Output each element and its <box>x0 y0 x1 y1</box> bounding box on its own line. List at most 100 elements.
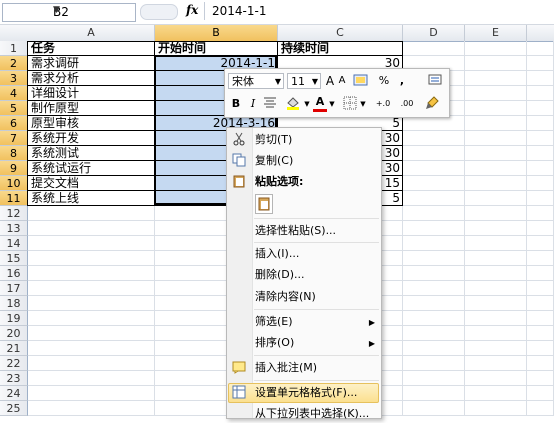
table-cell[interactable]: 系统开发 <box>28 131 155 146</box>
column-header-f[interactable] <box>527 25 554 41</box>
table-cell[interactable]: 提交文档 <box>28 176 155 191</box>
table-cell[interactable]: 需求分析 <box>28 71 155 86</box>
grow-font-button[interactable]: A <box>324 73 336 89</box>
column-header-c[interactable]: C <box>278 25 403 41</box>
row-header-21[interactable]: 21 <box>0 341 28 356</box>
menu-item-insert-comment[interactable]: 插入批注(M) <box>255 359 317 377</box>
column-title-b[interactable]: 开始时间 <box>155 41 278 56</box>
row-header-9[interactable]: 9 <box>0 161 28 176</box>
cell-style-icon[interactable] <box>351 73 371 92</box>
table-cell[interactable]: 制作原型 <box>28 101 155 116</box>
clipboard-icon <box>231 174 247 190</box>
menu-item-insert[interactable]: 插入(I)... <box>255 245 299 263</box>
comment-icon <box>231 360 247 376</box>
font-size-box[interactable]: 11 ▼ <box>287 73 321 89</box>
column-header-a[interactable]: A <box>28 25 155 41</box>
row-header-23[interactable]: 23 <box>0 371 28 386</box>
formula-bar: B2 ▼ fx 2014-1-1 <box>0 0 554 25</box>
table-cell[interactable]: 详细设计 <box>28 86 155 101</box>
name-box[interactable]: B2 ▼ <box>2 3 136 22</box>
context-menu: 剪切(T) 复制(C) 粘贴选项: 选择性粘贴(S)... 插入(I)... 删… <box>226 127 382 420</box>
increase-decimal-button[interactable]: +.0 <box>371 96 395 112</box>
row-header-4[interactable]: 4 <box>0 86 28 101</box>
formula-input[interactable]: 2014-1-1 <box>212 4 266 18</box>
table-cell[interactable]: 系统测试 <box>28 146 155 161</box>
row-header-16[interactable]: 16 <box>0 266 28 281</box>
row-header-15[interactable]: 15 <box>0 251 28 266</box>
bold-button[interactable]: B <box>229 96 243 112</box>
align-center-icon[interactable] <box>262 96 278 113</box>
chevron-right-icon: ▶ <box>368 339 375 348</box>
fill-color-icon[interactable] <box>283 96 303 115</box>
menu-item-filter[interactable]: 筛选(E) <box>255 313 293 331</box>
column-title-c[interactable]: 持续时间 <box>278 41 403 56</box>
font-size-value: 11 <box>291 75 305 88</box>
table-cell[interactable]: 系统试运行 <box>28 161 155 176</box>
menu-separator <box>254 355 379 356</box>
row-header-13[interactable]: 13 <box>0 221 28 236</box>
format-cells-icon <box>231 385 247 401</box>
font-color-button[interactable]: A <box>313 95 327 112</box>
borders-icon[interactable] <box>341 96 359 115</box>
paste-option-button[interactable] <box>255 194 273 214</box>
shrink-font-button[interactable]: A <box>336 73 348 89</box>
row-header-25[interactable]: 25 <box>0 401 28 416</box>
comma-style-button[interactable]: , <box>395 73 409 89</box>
insert-function-icon[interactable]: fx <box>186 3 198 17</box>
menu-item-sort[interactable]: 排序(O) <box>255 334 294 352</box>
row-header-2[interactable]: 2 <box>0 56 28 71</box>
format-brush-icon[interactable] <box>423 96 441 115</box>
row-header-5[interactable]: 5 <box>0 101 28 116</box>
row-header-12[interactable]: 12 <box>0 206 28 221</box>
row-header-19[interactable]: 19 <box>0 311 28 326</box>
row-header-6[interactable]: 6 <box>0 116 28 131</box>
menu-item-format-cells[interactable]: 设置单元格格式(F)... <box>255 384 357 402</box>
row-header-1[interactable]: 1 <box>0 41 28 56</box>
row-header-14[interactable]: 14 <box>0 236 28 251</box>
row-header-22[interactable]: 22 <box>0 356 28 371</box>
column-headers: A B C D E <box>0 25 554 42</box>
column-header-e[interactable]: E <box>465 25 527 41</box>
menu-item-delete[interactable]: 删除(D)... <box>255 266 305 284</box>
menu-item-clear-contents[interactable]: 清除内容(N) <box>255 288 316 306</box>
italic-button[interactable]: I <box>246 96 260 112</box>
menu-item-pick-from-list[interactable]: 从下拉列表中选择(K)... <box>255 405 369 423</box>
column-title-a[interactable]: 任务 <box>28 41 155 56</box>
row-header-20[interactable]: 20 <box>0 326 28 341</box>
table-cell[interactable]: 系统上线 <box>28 191 155 206</box>
row-header-17[interactable]: 17 <box>0 281 28 296</box>
row-header-8[interactable]: 8 <box>0 146 28 161</box>
row-header-24[interactable]: 24 <box>0 386 28 401</box>
mini-toolbar: 宋体 ▼ 11 ▼ A A % , B I ▼ A ▼ ▼ +.0 .00 <box>224 68 450 118</box>
chevron-down-icon[interactable]: ▼ <box>53 5 132 15</box>
percent-button[interactable]: % <box>377 73 391 89</box>
chevron-down-icon[interactable]: ▼ <box>359 96 367 112</box>
font-name-value: 宋体 <box>232 75 254 88</box>
table-cell[interactable]: 需求调研 <box>28 56 155 71</box>
chevron-down-icon: ▼ <box>311 77 318 86</box>
table-cell[interactable]: 原型审核 <box>28 116 155 131</box>
row-header-18[interactable]: 18 <box>0 296 28 311</box>
column-header-b[interactable]: B <box>155 25 278 41</box>
menu-item-paste-special[interactable]: 选择性粘贴(S)... <box>255 222 336 240</box>
formula-separator <box>204 2 205 20</box>
format-painter-icon[interactable] <box>427 73 443 92</box>
menu-item-copy[interactable]: 复制(C) <box>255 152 293 170</box>
formula-bar-controls[interactable] <box>140 4 178 20</box>
menu-separator <box>254 218 379 219</box>
row-header-11[interactable]: 11 <box>0 191 28 206</box>
chevron-down-icon: ▼ <box>274 77 281 86</box>
row-header-3[interactable]: 3 <box>0 71 28 86</box>
column-header-d[interactable]: D <box>403 25 465 41</box>
decrease-decimal-button[interactable]: .00 <box>395 96 419 112</box>
menu-separator <box>254 242 379 243</box>
row-header-7[interactable]: 7 <box>0 131 28 146</box>
chevron-down-icon[interactable]: ▼ <box>303 96 311 112</box>
scissors-icon <box>231 132 247 148</box>
chevron-down-icon[interactable]: ▼ <box>328 96 336 112</box>
menu-item-cut[interactable]: 剪切(T) <box>255 131 292 149</box>
row-header-10[interactable]: 10 <box>0 176 28 191</box>
copy-icon <box>231 153 247 169</box>
menu-separator <box>254 380 379 381</box>
font-name-box[interactable]: 宋体 ▼ <box>228 73 284 89</box>
